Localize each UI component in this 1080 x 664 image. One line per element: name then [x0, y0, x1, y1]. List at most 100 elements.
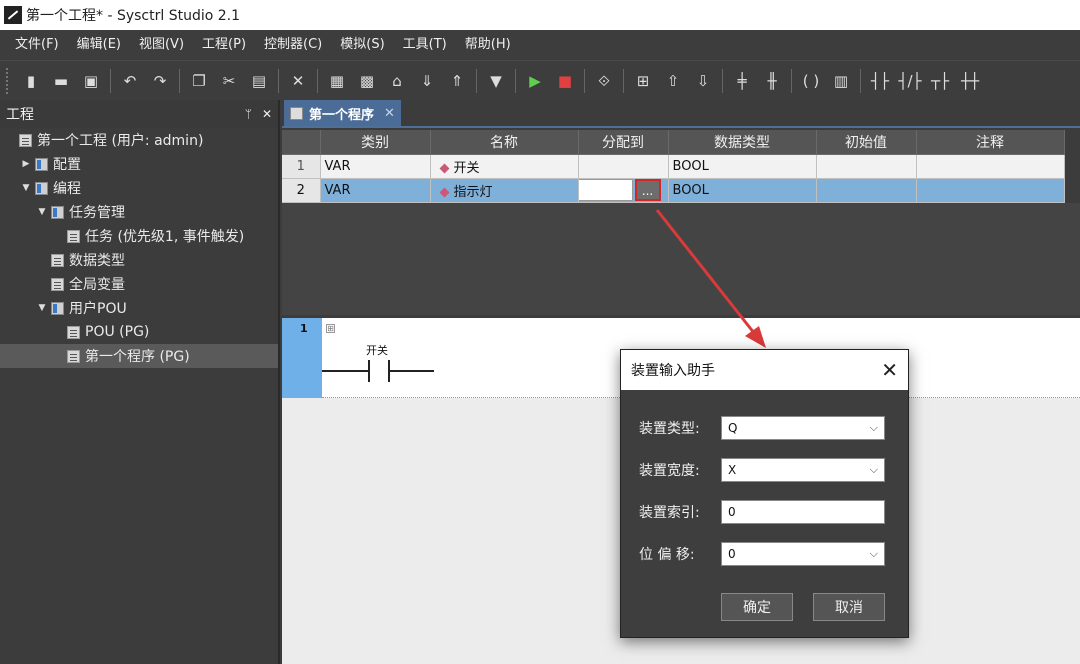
tree-item-label: POU (PG)	[85, 324, 150, 340]
cell-comment[interactable]	[916, 178, 1065, 203]
parallel-icon[interactable]: ╫	[759, 68, 785, 94]
tree-expander-icon[interactable]: ▶	[20, 159, 32, 169]
menu-controller[interactable]: 控制器(C)	[255, 30, 331, 60]
panel-close-icon[interactable]: ✕	[262, 107, 272, 121]
compile-icon[interactable]: ▩	[354, 68, 380, 94]
menu-tools[interactable]: 工具(T)	[394, 30, 456, 60]
cell-assign[interactable]	[578, 154, 669, 179]
copy-icon[interactable]: ❐	[186, 68, 212, 94]
cell-datatype[interactable]: BOOL	[668, 178, 817, 203]
contact-nc-icon[interactable]: ┤/├	[897, 68, 923, 94]
tree-item-label: 任务管理	[69, 205, 125, 221]
monitor-icon[interactable]: ▼	[483, 68, 509, 94]
delete-icon[interactable]: ✕	[285, 68, 311, 94]
move-up-icon[interactable]: ⇧	[660, 68, 686, 94]
tab-close-icon[interactable]: ✕	[384, 106, 395, 121]
assign-input[interactable]	[578, 179, 633, 201]
undo-icon[interactable]: ↶	[117, 68, 143, 94]
table-row[interactable]: 1 VAR 开关 BOOL	[282, 154, 1065, 179]
new-file-icon[interactable]: ▮	[18, 68, 44, 94]
tree-expander-icon[interactable]: ▼	[36, 207, 48, 217]
device-index-input[interactable]: 0	[721, 500, 885, 524]
paste-icon[interactable]: ▤	[246, 68, 272, 94]
toolbar-grip[interactable]	[6, 67, 10, 94]
tree-item[interactable]: 第一个工程 (用户: admin)	[0, 128, 278, 152]
cell-datatype[interactable]: BOOL	[668, 154, 817, 179]
program-tab-icon	[290, 106, 303, 120]
dialog-close-icon[interactable]: ✕	[881, 360, 898, 380]
cell-category[interactable]: VAR	[320, 178, 431, 203]
col-assign[interactable]: 分配到	[578, 130, 669, 155]
cell-initial[interactable]	[816, 178, 917, 203]
cut-icon[interactable]: ✂	[216, 68, 242, 94]
tab-first-program[interactable]: 第一个程序 ✕	[284, 100, 401, 126]
device-index-row: 装置索引: 0	[639, 500, 885, 524]
move-down-icon[interactable]: ⇩	[690, 68, 716, 94]
tree-expander-icon[interactable]: ▼	[36, 303, 48, 313]
col-datatype[interactable]: 数据类型	[668, 130, 817, 155]
device-type-label: 装置类型:	[639, 421, 700, 437]
table-row[interactable]: 2 VAR 指示灯 ... BOOL	[282, 178, 1065, 203]
tree-item[interactable]: ▼ 任务管理	[0, 200, 278, 224]
open-folder-icon[interactable]: ▬	[48, 68, 74, 94]
tree-item[interactable]: ▶ 配置	[0, 152, 278, 176]
device-type-value: Q	[728, 421, 738, 435]
cell-name[interactable]: 指示灯	[430, 178, 579, 203]
cell-name[interactable]: 开关	[430, 154, 579, 179]
toolbar-separator	[476, 68, 477, 93]
menu-help[interactable]: 帮助(H)	[456, 30, 520, 60]
coil-icon[interactable]: ( )	[798, 68, 824, 94]
branch-icon[interactable]: ╪	[729, 68, 755, 94]
cell-initial[interactable]	[816, 154, 917, 179]
cell-category[interactable]: VAR	[320, 154, 431, 179]
programming-icon	[35, 181, 48, 195]
device-type-select[interactable]: Q ⌵	[721, 416, 885, 440]
tree-item[interactable]: 第一个程序 (PG)	[0, 344, 278, 368]
function-block-icon[interactable]: ▥	[828, 68, 854, 94]
toolbar-separator	[791, 68, 792, 93]
redo-icon[interactable]: ↷	[147, 68, 173, 94]
menu-file[interactable]: 文件(F)	[6, 30, 68, 60]
ok-button[interactable]: 确定	[721, 593, 793, 621]
menu-simulate[interactable]: 模拟(S)	[331, 30, 393, 60]
upload-icon[interactable]: ⇑	[444, 68, 470, 94]
tree-item[interactable]: 任务 (优先级1, 事件触发)	[0, 224, 278, 248]
bit-offset-select[interactable]: 0 ⌵	[721, 542, 885, 566]
table-empty-area[interactable]	[282, 203, 1080, 315]
contact-n-icon[interactable]: ┼┼	[957, 68, 983, 94]
insert-rung-icon[interactable]: ⊞	[630, 68, 656, 94]
menu-view[interactable]: 视图(V)	[130, 30, 193, 60]
run-icon[interactable]: ▶	[522, 68, 548, 94]
tree-item[interactable]: 数据类型	[0, 248, 278, 272]
rung-number: 1	[300, 322, 308, 335]
cancel-button[interactable]: 取消	[813, 593, 885, 621]
pin-icon[interactable]: ᛘ	[245, 107, 252, 121]
ld-contact-left[interactable]	[368, 360, 370, 382]
col-category[interactable]: 类别	[320, 130, 431, 155]
rung-expand-icon[interactable]: ⊞	[326, 324, 335, 333]
build-icon[interactable]: ▦	[324, 68, 350, 94]
tree-item[interactable]: POU (PG)	[0, 320, 278, 344]
save-icon[interactable]: ▣	[78, 68, 104, 94]
contact-p-icon[interactable]: ┬├	[927, 68, 953, 94]
contact-no-icon[interactable]: ┤├	[867, 68, 893, 94]
tree-item[interactable]: ▼ 编程	[0, 176, 278, 200]
col-name[interactable]: 名称	[430, 130, 579, 155]
download-icon[interactable]: ⇓	[414, 68, 440, 94]
assign-browse-button[interactable]: ...	[634, 179, 661, 201]
device-width-select[interactable]: X ⌵	[721, 458, 885, 482]
tree-item[interactable]: ▼ 用户POU	[0, 296, 278, 320]
tree-item[interactable]: 全局变量	[0, 272, 278, 296]
variable-icon	[439, 187, 449, 197]
col-initial[interactable]: 初始值	[816, 130, 917, 155]
col-comment[interactable]: 注释	[916, 130, 1065, 155]
rung-bar[interactable]: 1	[282, 318, 322, 398]
stop-icon[interactable]: ■	[552, 68, 578, 94]
menu-edit[interactable]: 编辑(E)	[68, 30, 130, 60]
tree-expander-icon[interactable]: ▼	[20, 183, 32, 193]
cell-comment[interactable]	[916, 154, 1065, 179]
cell-assign[interactable]: ...	[578, 178, 669, 203]
clean-icon[interactable]: ⌂	[384, 68, 410, 94]
online-icon[interactable]: ⟐	[591, 68, 617, 94]
menu-project[interactable]: 工程(P)	[193, 30, 255, 60]
